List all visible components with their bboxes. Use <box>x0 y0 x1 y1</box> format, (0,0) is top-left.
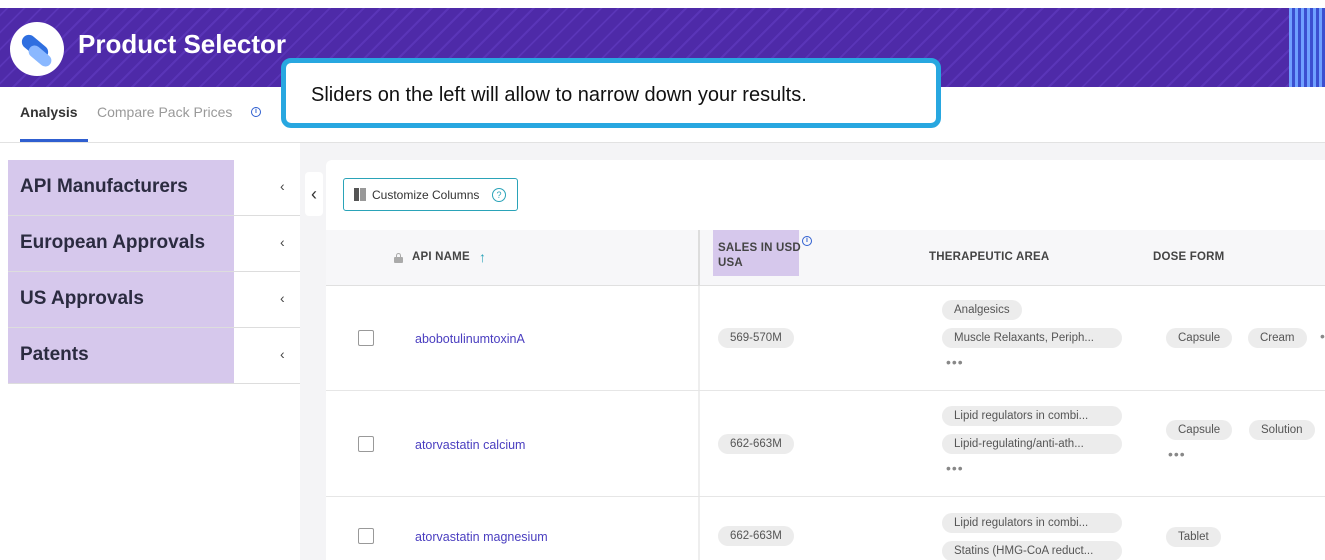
active-tab-indicator <box>20 139 88 142</box>
chevron-left-icon[interactable]: ‹ <box>280 234 285 250</box>
collapse-sidebar-button[interactable]: ‹ <box>305 172 323 216</box>
therapeutic-area-chip: Analgesics <box>942 300 1022 320</box>
dose-form-chip: Capsule <box>1166 328 1233 348</box>
row-checkbox[interactable] <box>358 436 374 452</box>
top-strip <box>0 0 1325 8</box>
api-name-link[interactable]: atorvastatin calcium <box>415 438 525 452</box>
table-row[interactable]: abobotulinumtoxinA 569-570M Analgesics M… <box>326 286 1325 391</box>
column-header-api-name[interactable]: API NAME <box>412 251 470 263</box>
callout-text: Sliders on the left will allow to narrow… <box>311 84 807 106</box>
sidebar-item-label: API Manufacturers <box>20 176 188 197</box>
customize-columns-button[interactable]: Customize Columns ? <box>343 178 518 211</box>
info-icon[interactable]: i <box>802 236 812 246</box>
header-decoration <box>1289 8 1325 87</box>
more-doses-icon[interactable]: ••• <box>1168 446 1186 462</box>
results-panel: Customize Columns ? API NAME ↑ SALES IN … <box>326 160 1325 560</box>
dose-form-chip: Tablet <box>1166 527 1221 547</box>
filter-sidebar: API Manufacturers ‹ European Approvals ‹… <box>8 160 300 384</box>
row-checkbox[interactable] <box>358 330 374 346</box>
api-name-link[interactable]: atorvastatin magnesium <box>415 530 548 544</box>
tab-compare-pack-prices[interactable]: Compare Pack Prices <box>97 104 232 120</box>
dose-form-chip: Cream <box>1248 328 1307 348</box>
sales-chip: 662-663M <box>718 526 794 546</box>
grid-header: API NAME ↑ SALES IN USD USA i THERAPEUTI… <box>326 230 1325 286</box>
sort-ascending-icon[interactable]: ↑ <box>479 249 486 265</box>
customize-columns-label: Customize Columns <box>372 188 480 202</box>
page: Product Selector Analysis Compare Pack P… <box>0 0 1325 560</box>
dose-form-chip: Capsule <box>1166 420 1233 440</box>
dose-form-chip: Solution <box>1249 420 1315 440</box>
chevron-left-icon[interactable]: ‹ <box>280 178 285 194</box>
therapeutic-area-chip: Muscle Relaxants, Periph... <box>942 328 1122 348</box>
sidebar-item-api-manufacturers[interactable]: API Manufacturers ‹ <box>8 160 300 216</box>
info-icon[interactable]: i <box>251 107 261 117</box>
sidebar-item-label: US Approvals <box>20 288 144 309</box>
column-header-dose-form[interactable]: DOSE FORM <box>1153 251 1224 263</box>
more-areas-icon[interactable]: ••• <box>946 460 964 476</box>
app-title: Product Selector <box>78 29 287 59</box>
sidebar-item-label: European Approvals <box>20 232 206 253</box>
help-icon[interactable]: ? <box>492 188 506 202</box>
columns-lock-icon <box>354 188 366 201</box>
therapeutic-area-chip: Lipid-regulating/anti-ath... <box>942 434 1122 454</box>
api-name-link[interactable]: abobotulinumtoxinA <box>415 332 525 346</box>
column-header-sales-region: USA <box>718 257 743 269</box>
more-doses-icon[interactable]: • <box>1320 328 1325 344</box>
sales-chip: 569-570M <box>718 328 794 348</box>
more-areas-icon[interactable]: ••• <box>946 354 964 370</box>
column-separator[interactable] <box>698 230 700 286</box>
guide-callout: Sliders on the left will allow to narrow… <box>281 58 941 128</box>
row-checkbox[interactable] <box>358 528 374 544</box>
chevron-left-icon[interactable]: ‹ <box>280 346 285 362</box>
sidebar-item-european-approvals[interactable]: European Approvals ‹ <box>8 216 300 272</box>
column-header-sales-usd[interactable]: SALES IN USD <box>718 242 801 254</box>
table-row[interactable]: atorvastatin calcium 662-663M Lipid regu… <box>326 391 1325 497</box>
column-header-therapeutic-area[interactable]: THERAPEUTIC AREA <box>929 251 1049 263</box>
sidebar-item-patents[interactable]: Patents ‹ <box>8 328 300 384</box>
app-logo-icon[interactable] <box>10 22 64 76</box>
therapeutic-area-chip: Lipid regulators in combi... <box>942 406 1122 426</box>
therapeutic-area-chip: Statins (HMG-CoA reduct... <box>942 541 1122 560</box>
therapeutic-area-chip: Lipid regulators in combi... <box>942 513 1122 533</box>
chevron-left-icon[interactable]: ‹ <box>280 290 285 306</box>
table-row[interactable]: atorvastatin magnesium 662-663M Lipid re… <box>326 497 1325 560</box>
sidebar-item-label: Patents <box>20 344 89 365</box>
tab-analysis[interactable]: Analysis <box>20 104 78 120</box>
sales-chip: 662-663M <box>718 434 794 454</box>
lock-icon <box>394 253 403 263</box>
sidebar-item-us-approvals[interactable]: US Approvals ‹ <box>8 272 300 328</box>
